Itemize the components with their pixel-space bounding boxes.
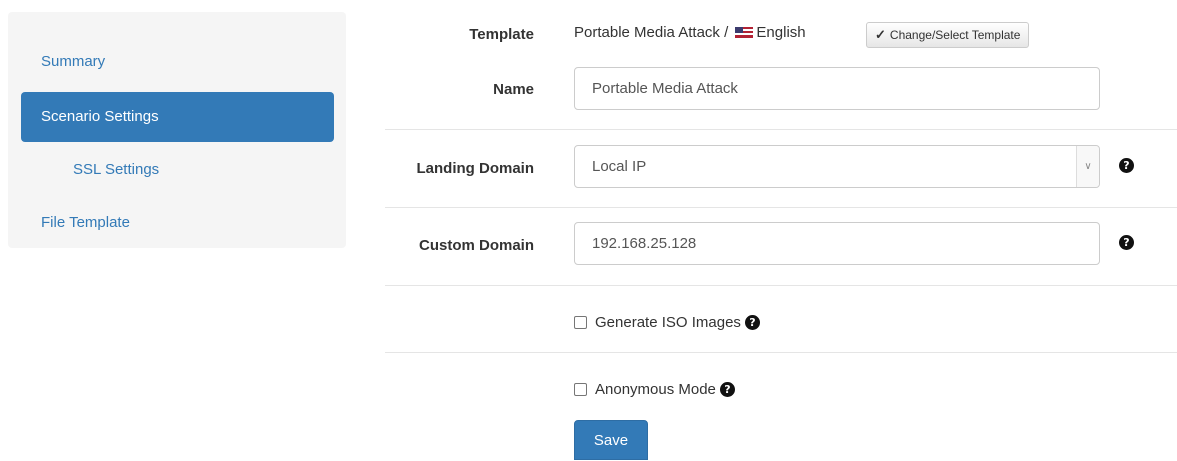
generate-iso-label[interactable]: Generate ISO Images — [595, 314, 741, 331]
anonymous-mode-label[interactable]: Anonymous Mode — [595, 381, 716, 398]
change-template-button[interactable]: ✓ Change/Select Template — [866, 22, 1030, 48]
sidebar-item-summary[interactable]: Summary — [21, 37, 334, 87]
change-template-label: Change/Select Template — [889, 28, 1021, 42]
landing-domain-select[interactable]: Local IP ∨ — [574, 145, 1100, 188]
landing-domain-value: Local IP — [592, 158, 647, 175]
divider — [385, 207, 1177, 209]
save-button[interactable]: Save — [574, 420, 648, 460]
generate-iso-checkbox[interactable] — [574, 316, 587, 329]
sidebar-nav: Summary Scenario Settings SSL Settings F… — [8, 12, 346, 248]
template-value: Portable Media Attack / English — [574, 24, 806, 41]
template-name: Portable Media Attack / — [574, 24, 729, 41]
us-flag-icon — [735, 27, 754, 38]
anonymous-mode-row: Anonymous Mode ? — [574, 381, 735, 398]
divider — [385, 285, 1177, 287]
question-circle-icon[interactable]: ? — [1119, 235, 1134, 250]
custom-domain-input[interactable]: 192.168.25.128 — [574, 222, 1100, 265]
landing-domain-label: Landing Domain — [416, 160, 535, 177]
anonymous-mode-checkbox[interactable] — [574, 383, 587, 396]
generate-iso-row: Generate ISO Images ? — [574, 314, 760, 331]
name-input[interactable]: Portable Media Attack — [574, 67, 1100, 110]
template-language: English — [756, 24, 806, 41]
sidebar-item-scenario-settings[interactable]: Scenario Settings — [21, 92, 334, 142]
name-label: Name — [493, 81, 534, 98]
question-circle-icon[interactable]: ? — [719, 382, 735, 397]
template-label: Template — [469, 26, 534, 43]
question-circle-icon[interactable]: ? — [1119, 158, 1134, 173]
question-circle-icon[interactable]: ? — [744, 315, 760, 330]
chevron-down-icon: ∨ — [1076, 146, 1099, 187]
divider — [385, 129, 1177, 131]
edit-icon: ✓ — [875, 27, 886, 42]
sidebar-item-ssl-settings[interactable]: SSL Settings — [21, 145, 334, 195]
divider — [385, 352, 1177, 354]
custom-domain-label: Custom Domain — [418, 237, 534, 254]
sidebar-item-file-template[interactable]: File Template — [21, 198, 334, 248]
